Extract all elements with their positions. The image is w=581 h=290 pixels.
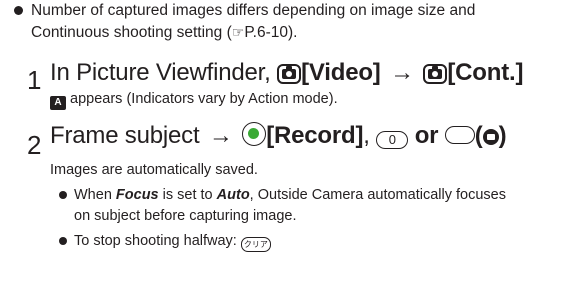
note-line-2: Continuous shooting setting (☞P.6-10).: [31, 24, 298, 41]
step-2-bullet-1: When Focus is set to Auto, Outside Camer…: [59, 186, 506, 205]
center-key-icon: [242, 122, 267, 146]
video-label: [Video]: [301, 59, 381, 86]
zero-key-icon: 0: [376, 131, 409, 149]
step-2-bullet-2: To stop shooting halfway: クリア: [59, 232, 271, 252]
step-1-subtext: A appears (Indicators vary by Action mod…: [50, 90, 338, 110]
arrow-icon: →: [208, 122, 233, 149]
camera-key-icon: [277, 64, 302, 84]
bullet-icon: [14, 6, 23, 15]
note-text: Number of captured images differs depend…: [31, 2, 476, 19]
step-1-title: In Picture Viewfinder, [Video] → [Cont.]: [50, 59, 524, 86]
camera-key-icon: [423, 64, 448, 84]
note-line-1: Number of captured images differs depend…: [14, 1, 475, 21]
step-2-title: Frame subject → [Record], 0 or (): [50, 122, 507, 149]
side-key-icon: [444, 126, 475, 144]
step-2-subtext: Images are automatically saved.: [50, 162, 258, 178]
record-label: [Record]: [266, 122, 364, 149]
arrow-icon: →: [390, 59, 414, 86]
bullet-icon: [59, 191, 67, 199]
step-2-bullet-1-cont: on subject before capturing image.: [74, 208, 297, 224]
clear-key-icon: クリア: [240, 237, 271, 252]
cont-label: [Cont.]: [447, 59, 524, 86]
continuous-indicator-icon: A: [50, 96, 66, 110]
bullet-icon: [59, 237, 67, 245]
step-2-number: 2: [27, 130, 42, 160]
reference-icon: ☞: [231, 24, 245, 40]
side-camera-icon: [482, 129, 499, 145]
step-1-number: 1: [27, 65, 42, 95]
page-reference: P.6-10: [244, 24, 289, 41]
or-label: or: [414, 122, 439, 149]
